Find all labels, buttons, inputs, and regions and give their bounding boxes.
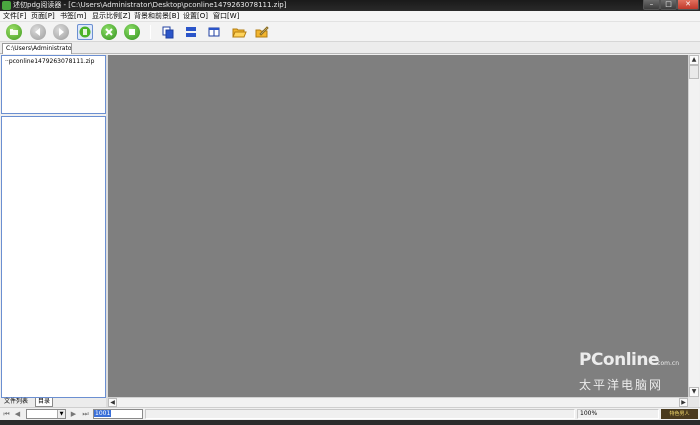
close-doc-icon[interactable] <box>101 24 117 40</box>
forward-icon[interactable] <box>53 24 69 40</box>
double-page-icon[interactable] <box>206 24 222 40</box>
single-page-icon[interactable] <box>160 24 176 40</box>
taskbar-strip <box>0 420 700 425</box>
bookmark-icon[interactable] <box>77 24 93 40</box>
first-page-icon[interactable]: ⏮ <box>2 409 11 419</box>
scroll-right-icon[interactable]: ▶ <box>679 398 688 407</box>
continuous-page-icon[interactable] <box>183 24 199 40</box>
watermark-domain: .com.cn <box>655 360 679 367</box>
page-type-select[interactable]: ▼ <box>26 409 66 419</box>
document-view[interactable] <box>108 55 688 397</box>
page-number-input[interactable]: 1001 <box>93 409 143 419</box>
menu-window[interactable]: 窗口[W] <box>213 12 239 21</box>
watermark-subtitle: 太平洋电脑网 <box>579 378 664 392</box>
stop-icon[interactable] <box>124 24 140 40</box>
open-icon[interactable] <box>6 24 22 40</box>
document-tab[interactable]: C:\Users\Administrator\D <box>2 43 72 54</box>
next-page-icon[interactable]: ▶ <box>69 409 78 419</box>
scroll-down-icon[interactable]: ▼ <box>689 387 699 397</box>
watermark-logo: PConline <box>579 350 660 370</box>
scroll-thumb[interactable] <box>689 65 699 79</box>
title-bar: 述仞pdg阅读器 - [C:\Users\Administrator\Deskt… <box>0 0 700 11</box>
last-page-icon[interactable]: ⏭ <box>81 409 90 419</box>
vertical-scrollbar[interactable]: ▲ ▼ <box>688 55 699 397</box>
horizontal-scrollbar[interactable]: ◀ ▶ <box>108 397 688 407</box>
menu-bar: 文件[F] 页面[P] 书签[m] 显示比例[Z] 背景和前景[B] 设置[O]… <box>0 11 700 22</box>
pane-tabs: 文件列表 目录 <box>0 398 107 407</box>
toolbar-separator <box>150 25 151 39</box>
chevron-down-icon: ▼ <box>57 410 65 418</box>
edit-icon[interactable] <box>254 24 270 40</box>
file-list-item[interactable]: ··pconline1479263078111.zip <box>5 58 94 66</box>
menu-file[interactable]: 文件[F] <box>3 12 27 21</box>
maximize-button[interactable]: □ <box>660 0 677 10</box>
app-icon <box>2 1 11 10</box>
open-folder-icon[interactable] <box>231 24 247 40</box>
menu-bookmark[interactable]: 书签[m] <box>60 12 86 21</box>
scrollbar-corner <box>688 397 699 407</box>
toc-pane <box>1 116 106 398</box>
menu-page[interactable]: 页面[P] <box>31 12 55 21</box>
status-bar: ⏮ ◀ ▼ ▶ ⏭ 1001 100% 特色男人 <box>0 407 700 420</box>
tab-toc[interactable]: 目录 <box>35 398 54 407</box>
file-list-pane: ··pconline1479263078111.zip <box>1 55 106 114</box>
close-button[interactable]: ✕ <box>677 0 699 10</box>
window-title: 述仞pdg阅读器 - [C:\Users\Administrator\Deskt… <box>13 1 287 9</box>
toolbar <box>0 22 700 42</box>
minimize-button[interactable]: – <box>643 0 660 10</box>
status-message-field <box>145 409 575 419</box>
menu-background[interactable]: 背景和前景[B] <box>134 12 179 21</box>
back-icon[interactable] <box>30 24 46 40</box>
prev-page-icon[interactable]: ◀ <box>13 409 22 419</box>
document-tab-strip: C:\Users\Administrator\D <box>0 42 700 54</box>
menu-zoom[interactable]: 显示比例[Z] <box>92 12 130 21</box>
watermark: PConline .com.cn 太平洋电脑网 <box>575 348 685 394</box>
scroll-left-icon[interactable]: ◀ <box>108 398 117 407</box>
zoom-level: 100% <box>577 409 659 419</box>
scroll-up-icon[interactable]: ▲ <box>689 55 699 65</box>
brand-badge: 特色男人 <box>661 409 698 419</box>
menu-settings[interactable]: 设置[O] <box>183 12 208 21</box>
tab-file-list[interactable]: 文件列表 <box>2 398 30 407</box>
file-name: pconline1479263078111.zip <box>8 58 95 65</box>
page-number-value: 1001 <box>94 410 112 417</box>
